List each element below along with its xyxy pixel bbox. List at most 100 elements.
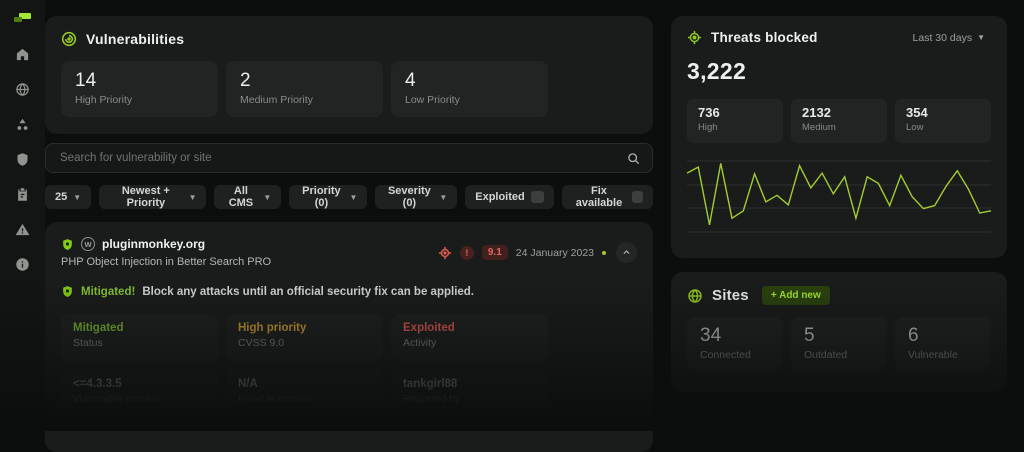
stat-label: Outdated bbox=[804, 349, 874, 361]
chevron-up-icon bbox=[622, 248, 631, 257]
fix-available-toggle[interactable]: Fix available bbox=[562, 185, 653, 209]
vulnerability-card-header: W pluginmonkey.org PHP Object Injection … bbox=[61, 237, 637, 268]
vulnerability-detail-tiles: Mitigated Status High priority CVSS 9.0 … bbox=[61, 314, 637, 418]
stat-label: Medium Priority bbox=[240, 94, 369, 106]
stat-value: 6 bbox=[908, 325, 978, 347]
collapse-card-button[interactable] bbox=[616, 242, 637, 263]
sites-globe-icon bbox=[687, 288, 703, 304]
site-stat-vulnerable[interactable]: 6 Vulnerable bbox=[895, 317, 991, 371]
notice-title: Mitigated! bbox=[81, 286, 135, 298]
threats-crosshair-icon bbox=[687, 30, 702, 45]
threats-chart-line bbox=[687, 155, 991, 235]
site-domain[interactable]: pluginmonkey.org bbox=[102, 237, 205, 251]
tile-status: Mitigated Status bbox=[61, 314, 218, 362]
sort-dropdown[interactable]: Newest + Priority▼ bbox=[99, 185, 206, 209]
tile-label: Status bbox=[73, 337, 206, 349]
search-input[interactable] bbox=[58, 151, 627, 165]
threats-header: Threats blocked Last 30 days ▼ bbox=[687, 30, 991, 45]
shield-protected-icon bbox=[61, 238, 74, 251]
tile-value: Mitigated bbox=[73, 322, 206, 334]
panel-title: Sites bbox=[712, 287, 749, 304]
stat-value: 2 bbox=[240, 70, 369, 92]
stat-value: 14 bbox=[75, 70, 204, 92]
status-dot bbox=[602, 251, 606, 255]
exploited-toggle[interactable]: Exploited bbox=[465, 185, 554, 209]
shield-icon bbox=[15, 152, 30, 167]
tile-cvss: High priority CVSS 9.0 bbox=[226, 314, 383, 362]
stat-label: Connected bbox=[700, 349, 770, 361]
stat-label: Medium bbox=[802, 122, 876, 133]
threats-chart bbox=[687, 155, 991, 235]
tile-reported-by: tankgirl88 Reported by bbox=[391, 370, 548, 418]
stat-value: 34 bbox=[700, 325, 770, 347]
notice-text: Block any attacks until an official secu… bbox=[142, 286, 474, 298]
threat-stat-medium[interactable]: 2132 Medium bbox=[791, 99, 887, 143]
tile-label: CVSS 9.0 bbox=[238, 337, 371, 349]
toggle-box-icon bbox=[531, 191, 544, 203]
tile-value: High priority bbox=[238, 322, 371, 334]
vulnerability-title[interactable]: PHP Object Injection in Better Search PR… bbox=[61, 256, 271, 268]
severity-dropdown[interactable]: Severity (0)▼ bbox=[375, 185, 457, 209]
stat-label: High bbox=[698, 122, 772, 133]
stat-card-medium[interactable]: 2 Medium Priority bbox=[226, 61, 383, 117]
tile-fixed-version: N/A Fixed in version bbox=[226, 370, 383, 418]
wordpress-icon: W bbox=[81, 237, 95, 251]
add-site-button[interactable]: + Add new bbox=[762, 286, 830, 305]
tile-activity: Exploited Activity bbox=[391, 314, 548, 362]
search-icon[interactable] bbox=[627, 152, 640, 165]
vulnerability-stats: 14 High Priority 2 Medium Priority 4 Low… bbox=[61, 61, 637, 117]
site-stat-outdated[interactable]: 5 Outdated bbox=[791, 317, 887, 371]
sidebar-item-plugins[interactable] bbox=[11, 113, 34, 136]
sidebar-item-reports[interactable] bbox=[11, 183, 34, 206]
sidebar-item-security[interactable] bbox=[11, 148, 34, 171]
priority-dropdown[interactable]: Priority (0)▼ bbox=[289, 185, 367, 209]
dropdown-label: Priority (0) bbox=[299, 185, 343, 209]
sites-header: Sites + Add new bbox=[687, 286, 991, 305]
stat-card-high[interactable]: 14 High Priority bbox=[61, 61, 218, 117]
chevron-down-icon: ▼ bbox=[977, 33, 985, 42]
stat-label: Vulnerable bbox=[908, 349, 978, 361]
chevron-down-icon: ▼ bbox=[263, 193, 271, 202]
tile-label: Fixed in version bbox=[238, 393, 371, 405]
threats-blocked-panel: Threats blocked Last 30 days ▼ 3,222 736… bbox=[671, 16, 1007, 258]
cms-dropdown[interactable]: All CMS▼ bbox=[214, 185, 281, 209]
threat-stat-high[interactable]: 736 High bbox=[687, 99, 783, 143]
panel-title: Vulnerabilities bbox=[86, 31, 184, 47]
stat-value: 4 bbox=[405, 70, 534, 92]
site-stat-connected[interactable]: 34 Connected bbox=[687, 317, 783, 371]
sidebar-nav bbox=[11, 43, 34, 276]
sidebar-item-alerts[interactable] bbox=[11, 218, 34, 241]
tile-value: Exploited bbox=[403, 322, 536, 334]
threat-stat-low[interactable]: 354 Low bbox=[895, 99, 991, 143]
tile-value: <=4.3.3.5 bbox=[73, 378, 206, 390]
tile-value: tankgirl88 bbox=[403, 378, 536, 390]
threats-total: 3,222 bbox=[687, 58, 991, 85]
search-bar bbox=[45, 143, 653, 173]
tile-label: Vulnerable version bbox=[73, 393, 206, 405]
vulnerability-date: 24 January 2023 bbox=[516, 247, 594, 259]
toggle-label: Exploited bbox=[475, 191, 525, 203]
stat-label: Low bbox=[906, 122, 980, 133]
clipboard-icon bbox=[15, 187, 30, 202]
stat-value: 5 bbox=[804, 325, 874, 347]
stat-value: 736 bbox=[698, 105, 772, 120]
page-size-dropdown[interactable]: 25▼ bbox=[45, 185, 91, 209]
home-icon bbox=[15, 47, 30, 62]
dropdown-label: Severity (0) bbox=[385, 185, 433, 209]
right-column: Threats blocked Last 30 days ▼ 3,222 736… bbox=[671, 16, 1007, 392]
toggle-label: Fix available bbox=[572, 185, 626, 209]
sidebar-item-info[interactable] bbox=[11, 253, 34, 276]
sites-tree-icon bbox=[15, 117, 30, 132]
panel-title: Threats blocked bbox=[711, 30, 818, 45]
vulnerabilities-header: Vulnerabilities bbox=[61, 31, 637, 47]
sidebar bbox=[0, 0, 45, 431]
sidebar-item-sites[interactable] bbox=[11, 78, 34, 101]
sidebar-item-home[interactable] bbox=[11, 43, 34, 66]
patchstack-logo[interactable] bbox=[14, 13, 31, 26]
info-icon bbox=[15, 257, 30, 272]
stat-value: 2132 bbox=[802, 105, 876, 120]
globe-icon bbox=[15, 82, 30, 97]
period-dropdown[interactable]: Last 30 days ▼ bbox=[907, 31, 991, 45]
stat-card-low[interactable]: 4 Low Priority bbox=[391, 61, 548, 117]
alert-triangle-icon bbox=[15, 222, 30, 237]
